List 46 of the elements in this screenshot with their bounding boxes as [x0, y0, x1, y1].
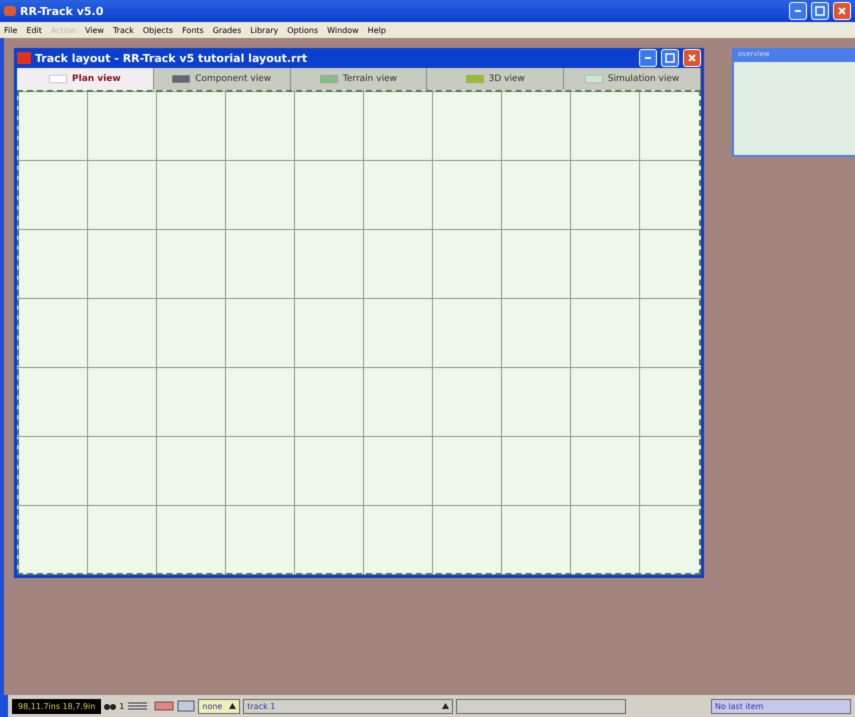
menu-item[interactable]: Library [250, 26, 278, 34]
maximize-icon [815, 6, 825, 16]
window-title: RR-Track v5.0 [20, 4, 104, 18]
maximize-button[interactable] [660, 49, 679, 67]
menu-item[interactable]: Help [368, 26, 386, 34]
coordinates-readout: 98,11.7ins 18,7.9in [12, 698, 102, 714]
menu-item[interactable]: Objects [142, 26, 174, 34]
menu-item[interactable]: Edit [26, 26, 42, 34]
close-button[interactable] [682, 49, 701, 67]
grade-dropdown[interactable]: none [198, 698, 240, 714]
document-title: Track layout - RR-Track v5 tutorial layout.rrt [35, 52, 308, 64]
selection-count: 1 [119, 702, 124, 710]
menu-item[interactable]: File [4, 26, 18, 34]
binoculars-icon [104, 702, 116, 710]
close-icon [688, 54, 696, 62]
document-icon [17, 52, 31, 64]
view-tab[interactable]: Component view [154, 68, 291, 90]
view-tab[interactable]: 3D view [427, 68, 564, 90]
tab-icon [172, 75, 190, 83]
app-icon [4, 6, 16, 16]
minimize-icon [795, 10, 801, 12]
view-tab[interactable]: Plan view [17, 68, 154, 90]
menu-item[interactable]: Grades [212, 26, 242, 34]
view-tab[interactable]: Terrain view [290, 68, 428, 90]
tab-icon [466, 75, 484, 83]
menu-item[interactable]: Options [287, 26, 318, 34]
maximize-button[interactable] [811, 2, 829, 20]
minimize-button[interactable] [789, 2, 807, 20]
menu-item[interactable]: View [84, 26, 104, 34]
tab-icon [320, 75, 338, 83]
tab-icon [49, 75, 68, 83]
empty-field[interactable] [456, 698, 626, 714]
close-button[interactable] [833, 2, 851, 20]
track-dropdown[interactable]: track 1 [243, 698, 454, 714]
tab-icon [584, 75, 603, 83]
menu-item[interactable]: Window [327, 26, 359, 34]
last-item-dropdown[interactable]: No last item [711, 698, 851, 714]
minimize-icon [644, 57, 651, 59]
dropdown-arrow-icon [229, 703, 236, 709]
menu-item[interactable]: Track [112, 26, 134, 34]
view-tab[interactable]: Simulation view [564, 68, 701, 90]
close-icon [838, 7, 846, 15]
menu-item[interactable]: Fonts [182, 26, 204, 34]
minimize-button[interactable] [638, 49, 657, 67]
maximize-icon [664, 53, 675, 63]
dropdown-arrow-icon [442, 703, 450, 709]
